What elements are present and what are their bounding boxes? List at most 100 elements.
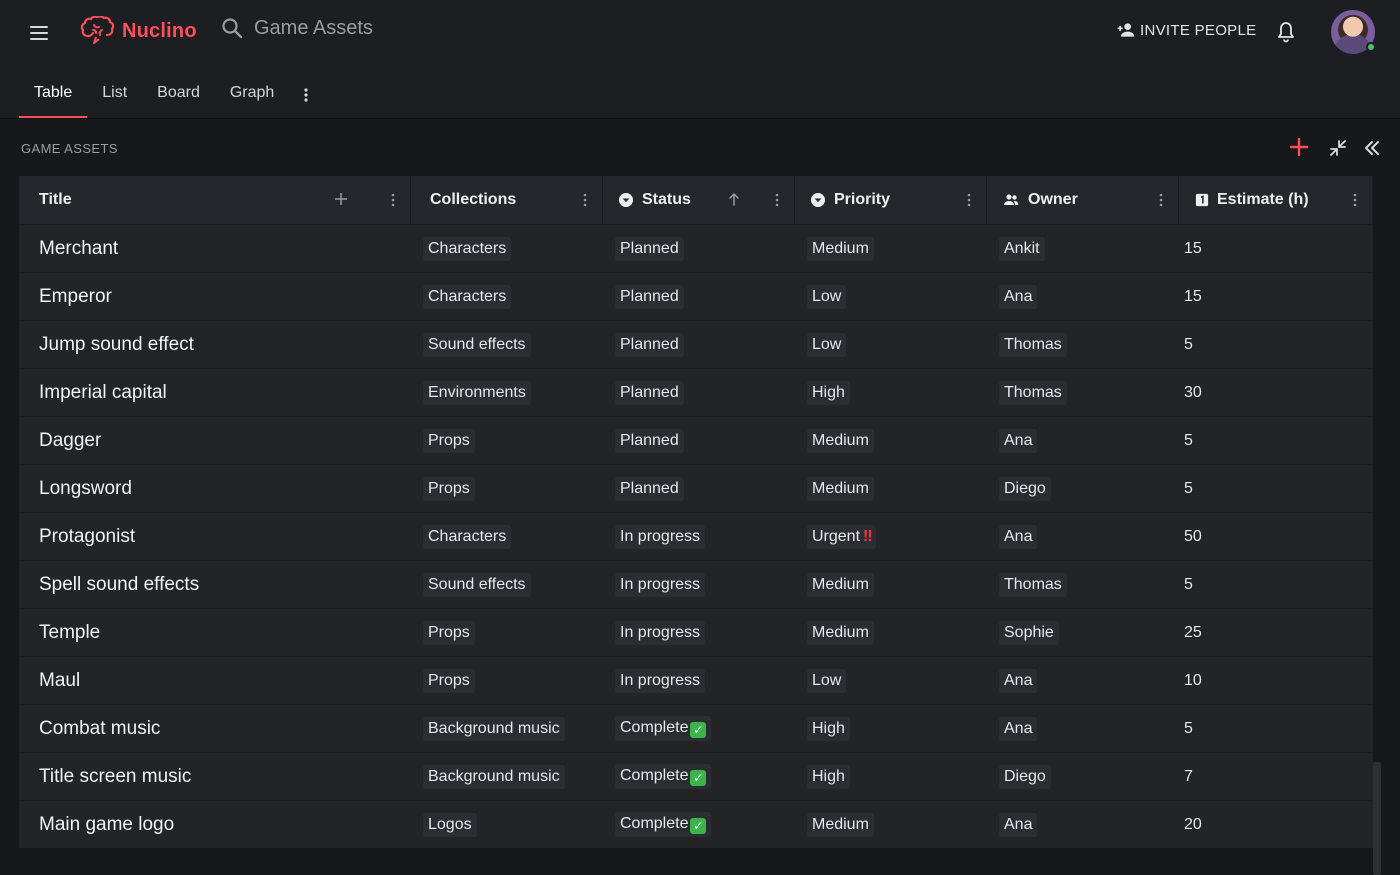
priority-cell[interactable]: Urgent ‼ [795,513,987,560]
estimate-cell[interactable]: 30 [1179,369,1373,416]
owner-cell[interactable]: Sophie [987,609,1179,656]
owner-cell[interactable]: Ankit [987,225,1179,272]
owner-cell[interactable]: Diego [987,753,1179,800]
estimate-cell[interactable]: 7 [1179,753,1373,800]
column-header-title[interactable]: Title [19,176,411,224]
tab-board[interactable]: Board [142,72,215,118]
status-cell[interactable]: Planned [603,417,795,464]
collection-cell[interactable]: Sound effects [411,321,603,368]
owner-cell[interactable]: Ana [987,513,1179,560]
item-title[interactable]: Title screen music [19,753,411,800]
more-views-button[interactable] [289,72,323,118]
collection-cell[interactable]: Characters [411,273,603,320]
item-title[interactable]: Temple [19,609,411,656]
status-cell[interactable]: Complete ✓ [603,705,795,752]
priority-cell[interactable]: High [795,753,987,800]
status-cell[interactable]: Complete ✓ [603,801,795,848]
owner-cell[interactable]: Ana [987,417,1179,464]
priority-cell[interactable]: Medium [795,561,987,608]
collection-cell[interactable]: Background music [411,753,603,800]
app-logo[interactable]: Nuclino [80,16,197,46]
table-row[interactable]: Main game logo Logos Complete ✓ Medium Ana 20 [19,800,1373,848]
column-menu-icon[interactable] [966,193,972,207]
vertical-scrollbar[interactable] [1373,762,1381,875]
table-row[interactable]: Imperial capital Environments Planned High T… [19,368,1373,416]
priority-cell[interactable]: Medium [795,801,987,848]
owner-cell[interactable]: Ana [987,705,1179,752]
item-title[interactable]: Protagonist [19,513,411,560]
collection-cell[interactable]: Characters [411,513,603,560]
estimate-cell[interactable]: 15 [1179,273,1373,320]
item-title[interactable]: Combat music [19,705,411,752]
collection-cell[interactable]: Props [411,417,603,464]
collection-cell[interactable]: Props [411,609,603,656]
table-row[interactable]: Dagger Props Planned Medium Ana 5 [19,416,1373,464]
double-chevron-left-icon[interactable] [1362,138,1382,158]
item-title[interactable]: Spell sound effects [19,561,411,608]
column-header-estimate[interactable]: Estimate (h) [1179,176,1373,224]
estimate-cell[interactable]: 5 [1179,561,1373,608]
add-item-plus-icon[interactable] [1288,136,1310,158]
add-column-plus-icon[interactable] [333,191,349,207]
status-cell[interactable]: Planned [603,225,795,272]
tab-graph[interactable]: Graph [215,72,289,118]
estimate-cell[interactable]: 50 [1179,513,1373,560]
estimate-cell[interactable]: 25 [1179,609,1373,656]
tab-list[interactable]: List [87,72,142,118]
status-cell[interactable]: Planned [603,273,795,320]
owner-cell[interactable]: Ana [987,801,1179,848]
estimate-cell[interactable]: 5 [1179,465,1373,512]
table-row[interactable]: Emperor Characters Planned Low Ana 15 [19,272,1373,320]
sort-ascending-arrow-icon[interactable] [726,191,742,207]
priority-cell[interactable]: Low [795,273,987,320]
status-cell[interactable]: In progress [603,561,795,608]
owner-cell[interactable]: Diego [987,465,1179,512]
table-row[interactable]: Longsword Props Planned Medium Diego 5 [19,464,1373,512]
item-title[interactable]: Maul [19,657,411,704]
priority-cell[interactable]: Medium [795,465,987,512]
owner-cell[interactable]: Thomas [987,321,1179,368]
priority-cell[interactable]: High [795,369,987,416]
priority-cell[interactable]: Medium [795,225,987,272]
table-row[interactable]: Merchant Characters Planned Medium Ankit 15 [19,224,1373,272]
table-row[interactable]: Title screen music Background music Comple… [19,752,1373,800]
collection-cell[interactable]: Props [411,465,603,512]
item-title[interactable]: Imperial capital [19,369,411,416]
table-row[interactable]: Jump sound effect Sound effects Planned Low… [19,320,1373,368]
status-cell[interactable]: Planned [603,465,795,512]
owner-cell[interactable]: Thomas [987,369,1179,416]
column-menu-icon[interactable] [1352,193,1358,207]
table-row[interactable]: Maul Props In progress Low Ana 10 [19,656,1373,704]
estimate-cell[interactable]: 5 [1179,705,1373,752]
estimate-cell[interactable]: 10 [1179,657,1373,704]
table-row[interactable]: Spell sound effects Sound effects In progr… [19,560,1373,608]
owner-cell[interactable]: Ana [987,657,1179,704]
user-avatar[interactable] [1331,10,1376,54]
status-cell[interactable]: In progress [603,609,795,656]
column-menu-icon[interactable] [1158,193,1164,207]
item-title[interactable]: Longsword [19,465,411,512]
collection-cell[interactable]: Sound effects [411,561,603,608]
item-title[interactable]: Emperor [19,273,411,320]
column-header-priority[interactable]: Priority [795,176,987,224]
item-title[interactable]: Dagger [19,417,411,464]
status-cell[interactable]: Planned [603,369,795,416]
tab-table[interactable]: Table [19,72,88,118]
owner-cell[interactable]: Thomas [987,561,1179,608]
search-box[interactable]: Game Assets [220,16,373,40]
owner-cell[interactable]: Ana [987,273,1179,320]
collection-cell[interactable]: Props [411,657,603,704]
estimate-cell[interactable]: 20 [1179,801,1373,848]
priority-cell[interactable]: Low [795,321,987,368]
priority-cell[interactable]: Medium [795,417,987,464]
priority-cell[interactable]: High [795,705,987,752]
notifications-bell-icon[interactable] [1274,20,1298,44]
column-header-status[interactable]: Status [603,176,795,224]
priority-cell[interactable]: Medium [795,609,987,656]
status-cell[interactable]: In progress [603,513,795,560]
status-cell[interactable]: In progress [603,657,795,704]
collection-cell[interactable]: Background music [411,705,603,752]
priority-cell[interactable]: Low [795,657,987,704]
table-row[interactable]: Temple Props In progress Medium Sophie 25 [19,608,1373,656]
column-header-owner[interactable]: Owner [987,176,1179,224]
